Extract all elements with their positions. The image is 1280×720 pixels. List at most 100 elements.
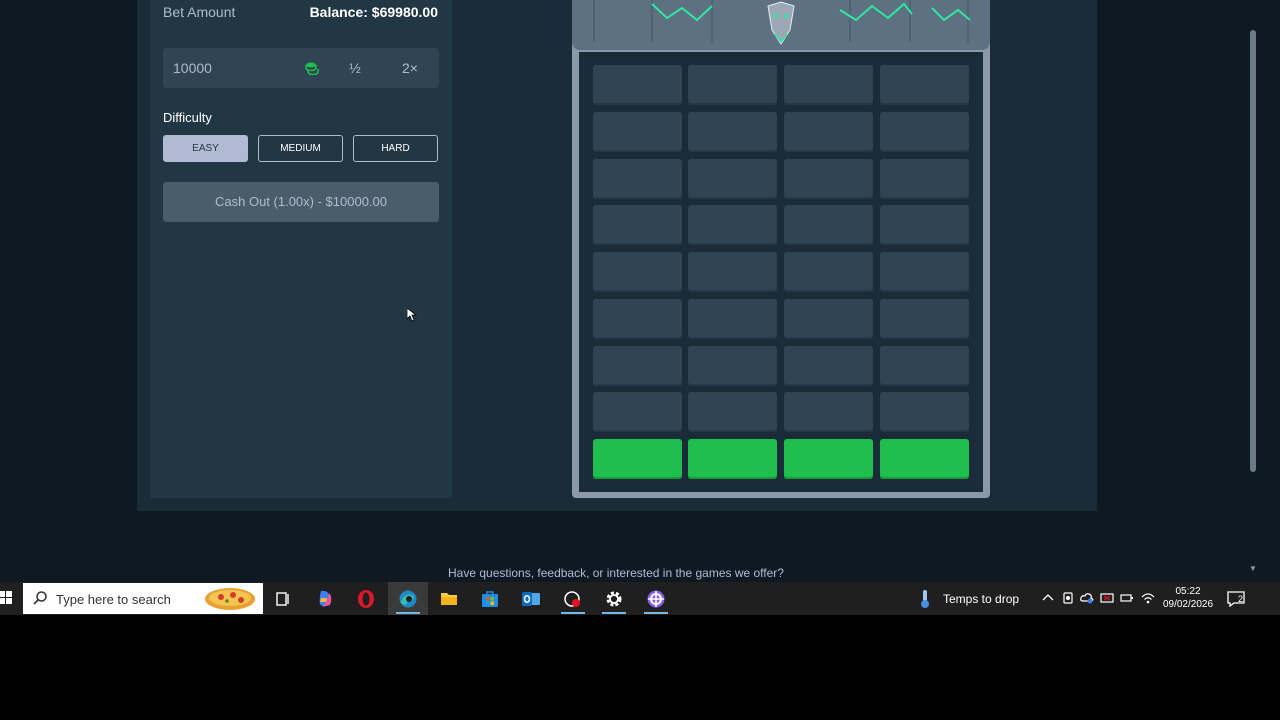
settings-active-indicator xyxy=(602,612,626,614)
tower-tile[interactable] xyxy=(688,159,777,199)
tower-game-board xyxy=(572,0,990,498)
difficulty-label: Difficulty xyxy=(163,110,212,125)
tower-tile[interactable] xyxy=(688,112,777,152)
recorder-icon xyxy=(564,591,580,607)
microsoft-store-button[interactable] xyxy=(470,582,510,615)
tower-tile[interactable] xyxy=(880,65,969,105)
balance-display: Balance: $69980.00 xyxy=(309,4,438,20)
footer-question-text[interactable]: Have questions, feedback, or interested … xyxy=(0,566,1232,580)
tower-tile[interactable] xyxy=(880,159,969,199)
tower-tile[interactable] xyxy=(593,299,682,339)
scroll-down-icon[interactable]: ▼ xyxy=(1249,564,1257,573)
tower-tile[interactable] xyxy=(688,252,777,292)
tower-tile[interactable] xyxy=(688,392,777,432)
clock-date: 09/02/2026 xyxy=(1162,599,1214,610)
tower-tile[interactable] xyxy=(593,252,682,292)
file-explorer-button[interactable] xyxy=(429,582,469,615)
tower-tile-revealed[interactable] xyxy=(688,439,777,479)
tower-tile[interactable] xyxy=(880,112,969,152)
outlook-icon xyxy=(522,592,540,606)
edge-icon xyxy=(399,590,417,608)
tower-tile[interactable] xyxy=(593,65,682,105)
browser-viewport: Bet Amount Balance: $69980.00 ½ 2× Diffi… xyxy=(0,0,1280,582)
tower-tile[interactable] xyxy=(593,392,682,432)
game-app-active-indicator xyxy=(644,612,668,614)
tower-tile[interactable] xyxy=(784,392,873,432)
tower-tile[interactable] xyxy=(880,205,969,245)
opera-button[interactable] xyxy=(346,582,386,615)
taskbar-search-box[interactable]: Type here to search xyxy=(23,583,263,614)
cash-out-button[interactable]: Cash Out (1.00x) - $10000.00 xyxy=(163,182,439,222)
copilot-icon xyxy=(319,590,332,607)
notification-count: 2 xyxy=(1238,594,1244,604)
tower-tile[interactable] xyxy=(880,299,969,339)
tower-grid xyxy=(579,52,983,492)
tower-tile[interactable] xyxy=(784,65,873,105)
tower-tile-revealed[interactable] xyxy=(593,439,682,479)
weather-text[interactable]: Temps to drop xyxy=(943,592,1019,606)
difficulty-hard-button[interactable]: HARD xyxy=(353,135,438,162)
gear-icon xyxy=(606,591,622,607)
cloud-sync-icon[interactable] xyxy=(1080,591,1094,605)
double-bet-button[interactable]: 2× xyxy=(390,48,430,88)
tower-tile[interactable] xyxy=(688,65,777,105)
half-bet-button[interactable]: ½ xyxy=(335,48,375,88)
tower-tile[interactable] xyxy=(784,112,873,152)
coin-icon xyxy=(305,62,319,75)
taskbar-clock[interactable]: 05:22 09/02/2026 xyxy=(1160,585,1216,611)
tower-tile[interactable] xyxy=(880,392,969,432)
tower-tile[interactable] xyxy=(593,346,682,386)
tower-tile[interactable] xyxy=(784,346,873,386)
chevron-up-icon[interactable] xyxy=(1041,591,1055,605)
task-view-button[interactable] xyxy=(263,582,303,615)
task-view-icon xyxy=(276,592,289,606)
difficulty-medium-button[interactable]: MEDIUM xyxy=(258,135,343,162)
clock-time: 05:22 xyxy=(1175,586,1201,597)
scrollbar-thumb[interactable] xyxy=(1250,30,1256,472)
vertical-scrollbar[interactable]: ▼ xyxy=(1246,0,1260,582)
bet-control-panel: Bet Amount Balance: $69980.00 ½ 2× Diffi… xyxy=(150,0,452,498)
tower-tile[interactable] xyxy=(593,205,682,245)
wifi-icon[interactable] xyxy=(1141,591,1155,605)
thermometer-icon[interactable] xyxy=(918,589,932,609)
tower-tile[interactable] xyxy=(593,112,682,152)
tower-tile-revealed[interactable] xyxy=(784,439,873,479)
folder-icon xyxy=(441,593,457,605)
bet-amount-label: Bet Amount xyxy=(163,4,236,20)
tower-tile[interactable] xyxy=(784,205,873,245)
recorder-active-indicator xyxy=(561,612,585,614)
settings-button[interactable] xyxy=(594,582,634,615)
tower-tile[interactable] xyxy=(784,159,873,199)
game-app-icon xyxy=(647,590,665,608)
difficulty-easy-button[interactable]: EASY xyxy=(163,135,248,162)
pizza-icon xyxy=(205,588,255,610)
tower-tile[interactable] xyxy=(880,252,969,292)
meet-now-icon[interactable] xyxy=(1061,591,1075,605)
tower-tile[interactable] xyxy=(784,299,873,339)
windows-taskbar: Type here to search Temps to drop 05:22 … xyxy=(0,582,1280,615)
tower-tile[interactable] xyxy=(784,252,873,292)
battery-icon[interactable] xyxy=(1120,591,1134,605)
search-icon xyxy=(33,591,47,605)
dragon-lightning-icon xyxy=(593,0,971,45)
network-icon[interactable] xyxy=(1100,591,1114,605)
windows-start-icon[interactable] xyxy=(0,590,12,606)
tower-tile-revealed[interactable] xyxy=(880,439,969,479)
tower-tile[interactable] xyxy=(688,205,777,245)
store-icon xyxy=(482,591,498,607)
bet-amount-box: ½ 2× xyxy=(163,48,439,88)
bet-amount-input[interactable] xyxy=(163,48,293,88)
tower-tile[interactable] xyxy=(593,159,682,199)
copilot-button[interactable] xyxy=(305,582,345,615)
edge-button[interactable] xyxy=(388,582,428,615)
mouse-cursor-icon xyxy=(407,308,417,322)
recorder-button[interactable] xyxy=(553,582,593,615)
tower-tile[interactable] xyxy=(880,346,969,386)
tower-tile[interactable] xyxy=(688,299,777,339)
tower-tile[interactable] xyxy=(688,346,777,386)
outlook-button[interactable] xyxy=(511,582,551,615)
game-app-button[interactable] xyxy=(636,582,676,615)
opera-icon xyxy=(358,590,374,608)
tower-top-decoration xyxy=(572,0,990,50)
search-placeholder: Type here to search xyxy=(56,592,171,607)
